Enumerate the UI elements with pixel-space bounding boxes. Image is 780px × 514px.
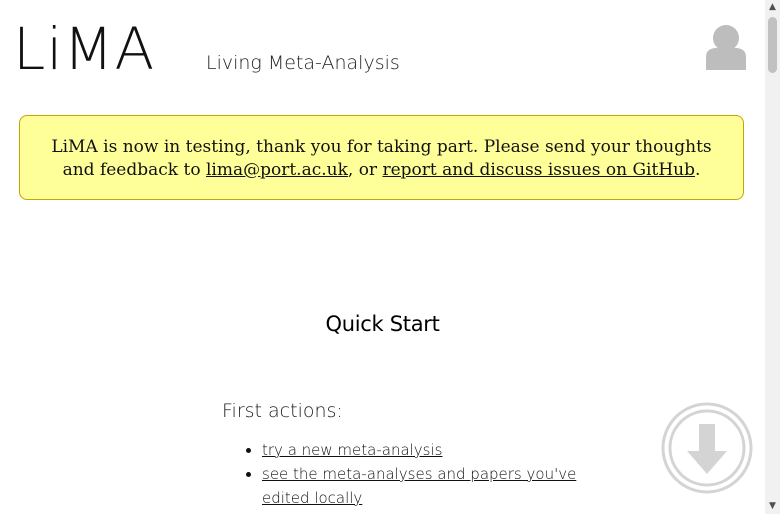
- first-actions-heading: First actions:: [222, 400, 343, 422]
- local-edits-link[interactable]: see the meta-analyses and papers you've …: [262, 465, 576, 507]
- arrow-down-circle-icon[interactable]: [661, 402, 753, 494]
- quick-start-title: Quick Start: [325, 312, 440, 336]
- notice-text-end: .: [695, 160, 701, 180]
- vertical-scrollbar[interactable]: ▲ ▼: [765, 0, 780, 514]
- list-item: try a new meta-analysis: [262, 438, 582, 462]
- first-actions-list: try a new meta-analysis see the meta-ana…: [222, 438, 582, 510]
- logo[interactable]: LiMA: [13, 14, 155, 84]
- github-issues-link[interactable]: report and discuss issues on GitHub: [382, 160, 695, 180]
- user-icon[interactable]: [706, 24, 746, 70]
- list-item: see the meta-analyses and papers you've …: [262, 462, 582, 510]
- scroll-down-arrow-icon[interactable]: ▼: [765, 499, 780, 514]
- page: LiMA Living Meta-Analysis LiMA is now in…: [0, 0, 765, 514]
- email-link[interactable]: lima@port.ac.uk: [206, 160, 348, 180]
- scrollbar-thumb[interactable]: [768, 17, 777, 73]
- site-subtitle: Living Meta-Analysis: [206, 52, 400, 74]
- notice-text-between: , or: [347, 160, 383, 180]
- testing-notice: LiMA is now in testing, thank you for ta…: [19, 115, 744, 200]
- scroll-up-arrow-icon[interactable]: ▲: [765, 0, 780, 15]
- new-meta-analysis-link[interactable]: try a new meta-analysis: [262, 441, 442, 459]
